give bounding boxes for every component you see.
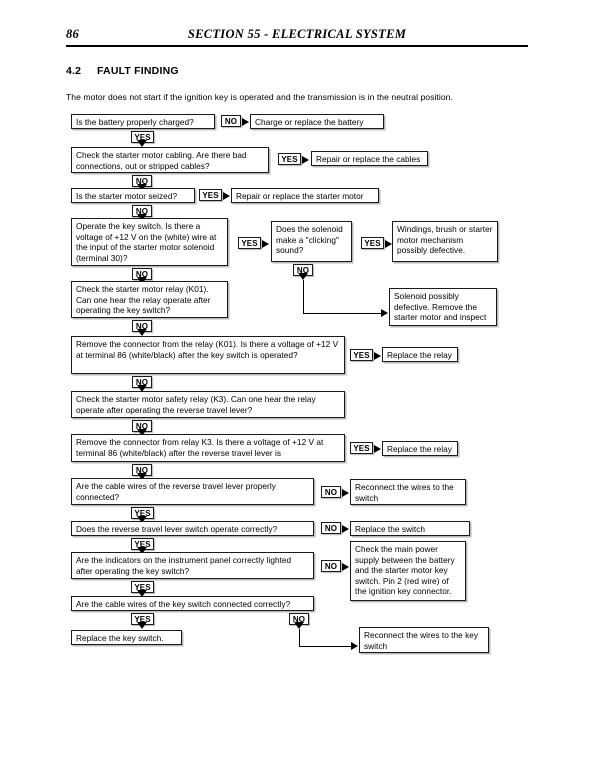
- box-main-power-supply: Check the main power supply between the …: [350, 541, 466, 601]
- label-yes-cabling: YES: [278, 153, 301, 165]
- arrow-down-icon: [298, 273, 308, 280]
- chapter-heading: 4.2 FAULT FINDING: [66, 65, 179, 77]
- connector-line: [299, 646, 351, 647]
- arrow-right-icon: [374, 444, 381, 453]
- box-lever-switch-operate: Does the reverse travel lever switch ope…: [71, 521, 314, 536]
- label-yes-solenoid: YES: [361, 237, 384, 249]
- page-header: 86 SECTION 55 - ELECTRICAL SYSTEM: [66, 27, 528, 47]
- label-no-cable-wires-lever: NO: [321, 486, 341, 498]
- arrow-right-icon: [342, 562, 349, 571]
- box-solenoid-clicking: Does the solenoid make a "clicking" soun…: [271, 221, 352, 262]
- box-reconnect-key-switch: Reconnect the wires to the key switch: [359, 627, 489, 653]
- chapter-title: FAULT FINDING: [97, 65, 179, 77]
- connector-line: [299, 629, 300, 646]
- box-relay-k01-voltage: Remove the connector from the relay (K01…: [71, 336, 345, 374]
- arrow-right-icon: [223, 191, 230, 200]
- box-charge-battery: Charge or replace the battery: [250, 114, 384, 129]
- box-replace-relay-1: Replace the relay: [382, 347, 458, 362]
- box-replace-relay-2: Replace the relay: [382, 441, 458, 456]
- arrow-right-icon: [262, 239, 269, 248]
- intro-paragraph: The motor does not start if the ignition…: [66, 92, 453, 102]
- box-windings-defective: Windings, brush or starter motor mechani…: [392, 221, 498, 262]
- box-cable-wires-lever: Are the cable wires of the reverse trave…: [71, 478, 314, 505]
- arrow-down-icon: [294, 622, 304, 629]
- arrow-right-icon: [302, 155, 309, 164]
- box-solenoid-defective: Solenoid possibly defective. Remove the …: [389, 288, 497, 326]
- connector-line: [303, 313, 381, 314]
- chapter-number: 4.2: [66, 65, 82, 77]
- box-check-relay-k01: Check the starter motor relay (K01). Can…: [71, 281, 228, 318]
- box-check-cabling: Check the starter motor cabling. Are the…: [71, 147, 269, 173]
- arrow-down-icon: [137, 140, 147, 147]
- box-repair-cables: Repair or replace the cables: [311, 151, 428, 166]
- box-reconnect-wires-switch: Reconnect the wires to the switch: [350, 479, 466, 505]
- label-yes-seized: YES: [199, 189, 222, 201]
- box-indicators-lighted: Are the indicators on the instrument pan…: [71, 552, 314, 579]
- arrow-right-icon: [342, 524, 349, 533]
- arrow-right-icon: [381, 309, 388, 317]
- label-yes-relay-k01-voltage: YES: [350, 349, 373, 361]
- box-replace-key-switch: Replace the key switch.: [71, 630, 182, 645]
- arrow-right-icon: [242, 117, 249, 126]
- label-no-indicators: NO: [321, 560, 341, 572]
- arrow-right-icon: [374, 351, 381, 360]
- box-motor-seized: Is the starter motor seized?: [71, 188, 195, 203]
- label-yes-keyswitch-voltage: YES: [238, 237, 261, 249]
- box-replace-switch: Replace the switch: [350, 521, 470, 536]
- label-yes-relay-k3-voltage: YES: [350, 442, 373, 454]
- arrow-down-icon: [137, 622, 147, 629]
- box-key-switch-wires: Are the cable wires of the key switch co…: [71, 596, 314, 611]
- arrow-right-icon: [351, 642, 358, 650]
- label-no-battery: NO: [221, 115, 241, 127]
- arrow-right-icon: [342, 488, 349, 497]
- header-rule: [66, 45, 528, 47]
- connector-line: [303, 280, 304, 313]
- arrow-right-icon: [385, 239, 392, 248]
- box-safety-relay-k3: Check the starter motor safety relay (K3…: [71, 391, 345, 418]
- section-title: SECTION 55 - ELECTRICAL SYSTEM: [187, 27, 407, 41]
- box-repair-starter-motor: Repair or replace the starter motor: [231, 188, 379, 203]
- arrow-down-icon: [137, 329, 147, 336]
- box-battery-charged: Is the battery properly charged?: [71, 114, 215, 129]
- box-relay-k3-voltage: Remove the connector from relay K3. Is t…: [71, 434, 345, 462]
- box-keyswitch-voltage: Operate the key switch. Is there a volta…: [71, 218, 228, 266]
- label-no-lever-switch: NO: [321, 522, 341, 534]
